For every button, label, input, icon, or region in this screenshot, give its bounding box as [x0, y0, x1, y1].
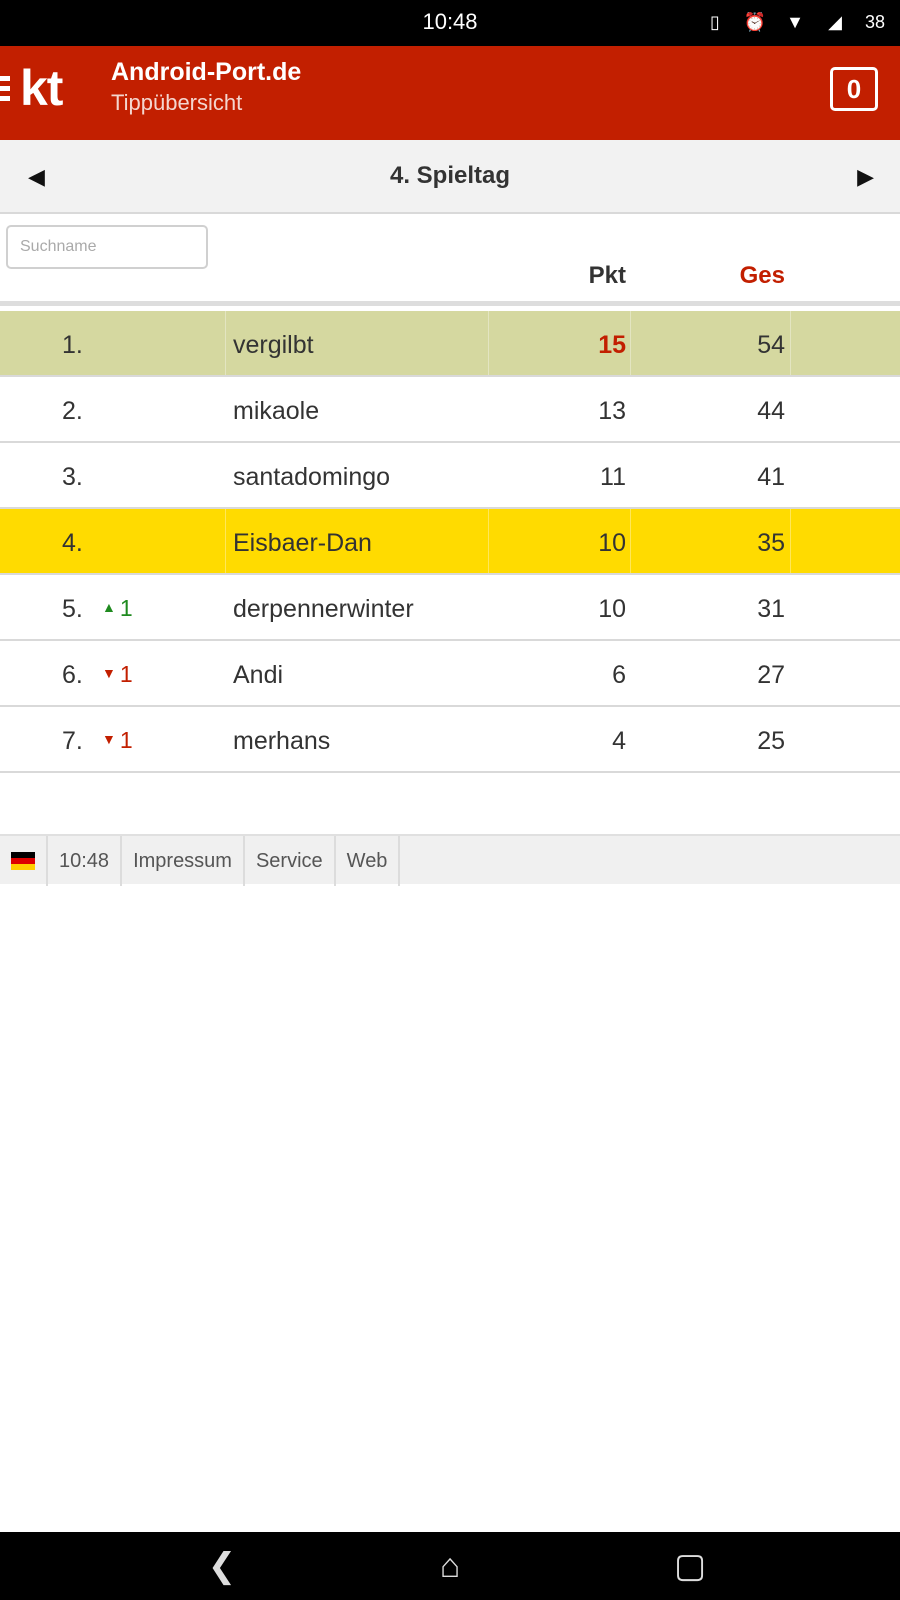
- table-row[interactable]: 1. vergilbt 15 54: [0, 311, 900, 377]
- column-header-ges[interactable]: Ges: [740, 262, 785, 290]
- rank-cell: 5.: [62, 595, 83, 623]
- footer-link-impressum[interactable]: Impressum: [122, 836, 245, 886]
- points-cell: 6: [612, 661, 626, 689]
- german-flag-icon: [11, 852, 35, 870]
- total-cell: 44: [757, 397, 785, 425]
- player-name[interactable]: derpennerwinter: [233, 595, 414, 624]
- trend-indicator: ▲ 1: [102, 595, 133, 622]
- player-name[interactable]: mikaole: [233, 397, 319, 426]
- vibrate-icon: ▯: [710, 12, 720, 32]
- points-cell: 10: [598, 595, 626, 623]
- column-header-pkt[interactable]: Pkt: [589, 262, 626, 290]
- table-row[interactable]: 3. santadomingo 11 41: [0, 443, 900, 509]
- points-cell: 11: [600, 463, 626, 491]
- home-icon[interactable]: ⌂: [428, 1546, 472, 1586]
- player-name[interactable]: vergilbt: [233, 331, 314, 360]
- total-cell: 54: [757, 331, 785, 359]
- table-row[interactable]: 4. Eisbaer-Dan 10 35: [0, 509, 900, 575]
- wifi-icon: ▼: [786, 12, 804, 32]
- table-row[interactable]: 5. ▲ 1 derpennerwinter 10 31: [0, 575, 900, 641]
- ranking-table: 1. vergilbt 15 54 2. mikaole 13 44 3. sa…: [0, 311, 900, 773]
- player-name[interactable]: santadomingo: [233, 463, 390, 492]
- rank-cell: 4.: [62, 529, 83, 557]
- app-header: kt Android-Port.de Tippübersicht 0: [0, 46, 900, 140]
- table-row[interactable]: 2. mikaole 13 44: [0, 377, 900, 443]
- rank-cell: 7.: [62, 727, 83, 755]
- menu-icon: [0, 76, 10, 106]
- logo-text: kt: [20, 60, 63, 116]
- table-row[interactable]: 7. ▼ 1 merhans 4 25: [0, 707, 900, 773]
- trend-indicator: ▼ 1: [102, 661, 133, 688]
- points-cell: 13: [598, 397, 626, 425]
- rank-cell: 2.: [62, 397, 83, 425]
- recent-apps-icon[interactable]: ▢: [668, 1546, 712, 1586]
- status-icons: ▯ ⏰ ▼ ◢ 38: [700, 8, 890, 36]
- footer-time: 10:48: [48, 836, 123, 886]
- trend-indicator: ▼ 1: [102, 727, 133, 754]
- total-cell: 41: [757, 463, 785, 491]
- trend-value: 1: [119, 661, 133, 687]
- android-nav-bar: ❮ ⌂ ▢: [0, 1532, 900, 1600]
- table-row[interactable]: 6. ▼ 1 Andi 6 27: [0, 641, 900, 707]
- points-cell: 10: [598, 529, 626, 557]
- matchday-bar: ◀ 4. Spieltag ▶: [0, 140, 900, 214]
- points-cell: 15: [598, 331, 626, 359]
- trend-value: 1: [119, 727, 133, 753]
- total-cell: 35: [757, 529, 785, 557]
- page-title: Android-Port.de: [111, 58, 302, 86]
- rank-cell: 6.: [62, 661, 83, 689]
- rank-cell: 1.: [62, 331, 83, 359]
- menu-logo-button[interactable]: kt: [0, 58, 80, 118]
- player-name[interactable]: merhans: [233, 727, 330, 756]
- matchday-title: 4. Spieltag: [389, 162, 511, 189]
- total-cell: 27: [757, 661, 785, 689]
- counter-badge-button[interactable]: 0: [830, 67, 878, 111]
- status-bar: 10:48 ▯ ⏰ ▼ ◢ 38: [0, 0, 900, 46]
- next-matchday-icon[interactable]: ▶: [857, 164, 874, 190]
- player-name[interactable]: Eisbaer-Dan: [233, 529, 372, 558]
- battery-icon: 38: [864, 12, 886, 32]
- total-cell: 25: [757, 727, 785, 755]
- page-subtitle: Tippübersicht: [111, 90, 243, 115]
- language-flag-button[interactable]: [0, 836, 48, 886]
- total-cell: 31: [757, 595, 785, 623]
- signal-icon: ◢: [828, 12, 842, 32]
- arrow-down-icon: ▼: [102, 731, 116, 747]
- arrow-up-icon: ▲: [102, 599, 116, 615]
- trend-value: 1: [119, 595, 133, 621]
- footer-bar: 10:48 Impressum Service Web: [0, 834, 900, 886]
- search-input[interactable]: [6, 225, 208, 269]
- alarm-icon: ⏰: [743, 12, 767, 32]
- player-name[interactable]: Andi: [233, 661, 283, 690]
- rank-cell: 3.: [62, 463, 83, 491]
- back-icon[interactable]: ❮: [200, 1546, 244, 1586]
- arrow-down-icon: ▼: [102, 665, 116, 681]
- footer-link-web[interactable]: Web: [336, 836, 401, 886]
- table-header: Pkt Ges: [0, 214, 900, 306]
- footer-link-service[interactable]: Service: [245, 836, 336, 886]
- points-cell: 4: [612, 727, 626, 755]
